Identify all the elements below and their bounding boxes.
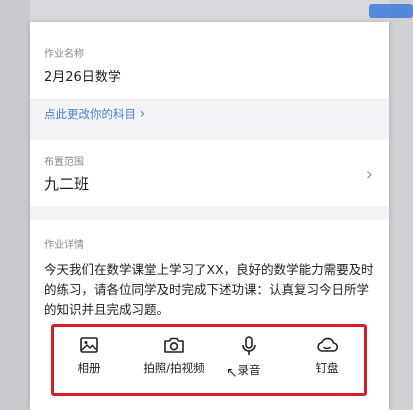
album-label: 相册 (77, 361, 101, 375)
camera-button[interactable]: 拍照/拍视频 (134, 335, 214, 376)
dingpan-button[interactable]: 钉盘 (292, 335, 362, 376)
camera-icon (164, 337, 184, 353)
homework-detail-label: 作业详情 (44, 240, 84, 251)
mouse-cursor-icon: ↖ (226, 365, 238, 381)
homework-detail-text[interactable]: 今天我们在数学课堂上学习了XX，良好的数学能力需要及时的练习，请各位同学及时完成… (44, 260, 374, 320)
section-divider (30, 126, 389, 140)
homework-name-value[interactable]: 2月26日数学 (44, 66, 121, 85)
homework-name-section[interactable]: 作业名称 2月26日数学 (30, 22, 389, 99)
homework-name-label: 作业名称 (44, 49, 84, 60)
cloud-icon (317, 337, 339, 352)
background-right (389, 0, 413, 410)
chevron-right-icon: › (139, 106, 146, 122)
record-label: 录音 (237, 363, 261, 377)
dingpan-label: 钉盘 (315, 361, 339, 375)
image-icon (80, 337, 98, 353)
chevron-right-icon[interactable]: › (366, 164, 373, 185)
change-subject-link[interactable]: 点此更改你的科目 › (44, 106, 145, 122)
homework-form-card: 作业名称 2月26日数学 点此更改你的科目 › 布置范围 九二班 › 作业详情 … (30, 22, 389, 410)
attachment-toolbar: 相册 拍照/拍视频 录音 钉盘 (51, 324, 367, 396)
background-left (0, 0, 30, 410)
record-button[interactable]: 录音 (214, 335, 284, 378)
background-button (369, 4, 413, 18)
change-subject-bar: 点此更改你的科目 › (30, 99, 389, 127)
assign-range-section[interactable]: 布置范围 九二班 › (30, 140, 389, 206)
microphone-icon (242, 336, 256, 355)
change-subject-text: 点此更改你的科目 (44, 107, 136, 121)
camera-label: 拍照/拍视频 (143, 361, 205, 375)
assign-range-label: 布置范围 (44, 157, 84, 168)
section-divider (30, 206, 389, 220)
assign-range-value: 九二班 (44, 175, 90, 193)
album-button[interactable]: 相册 (54, 335, 124, 376)
